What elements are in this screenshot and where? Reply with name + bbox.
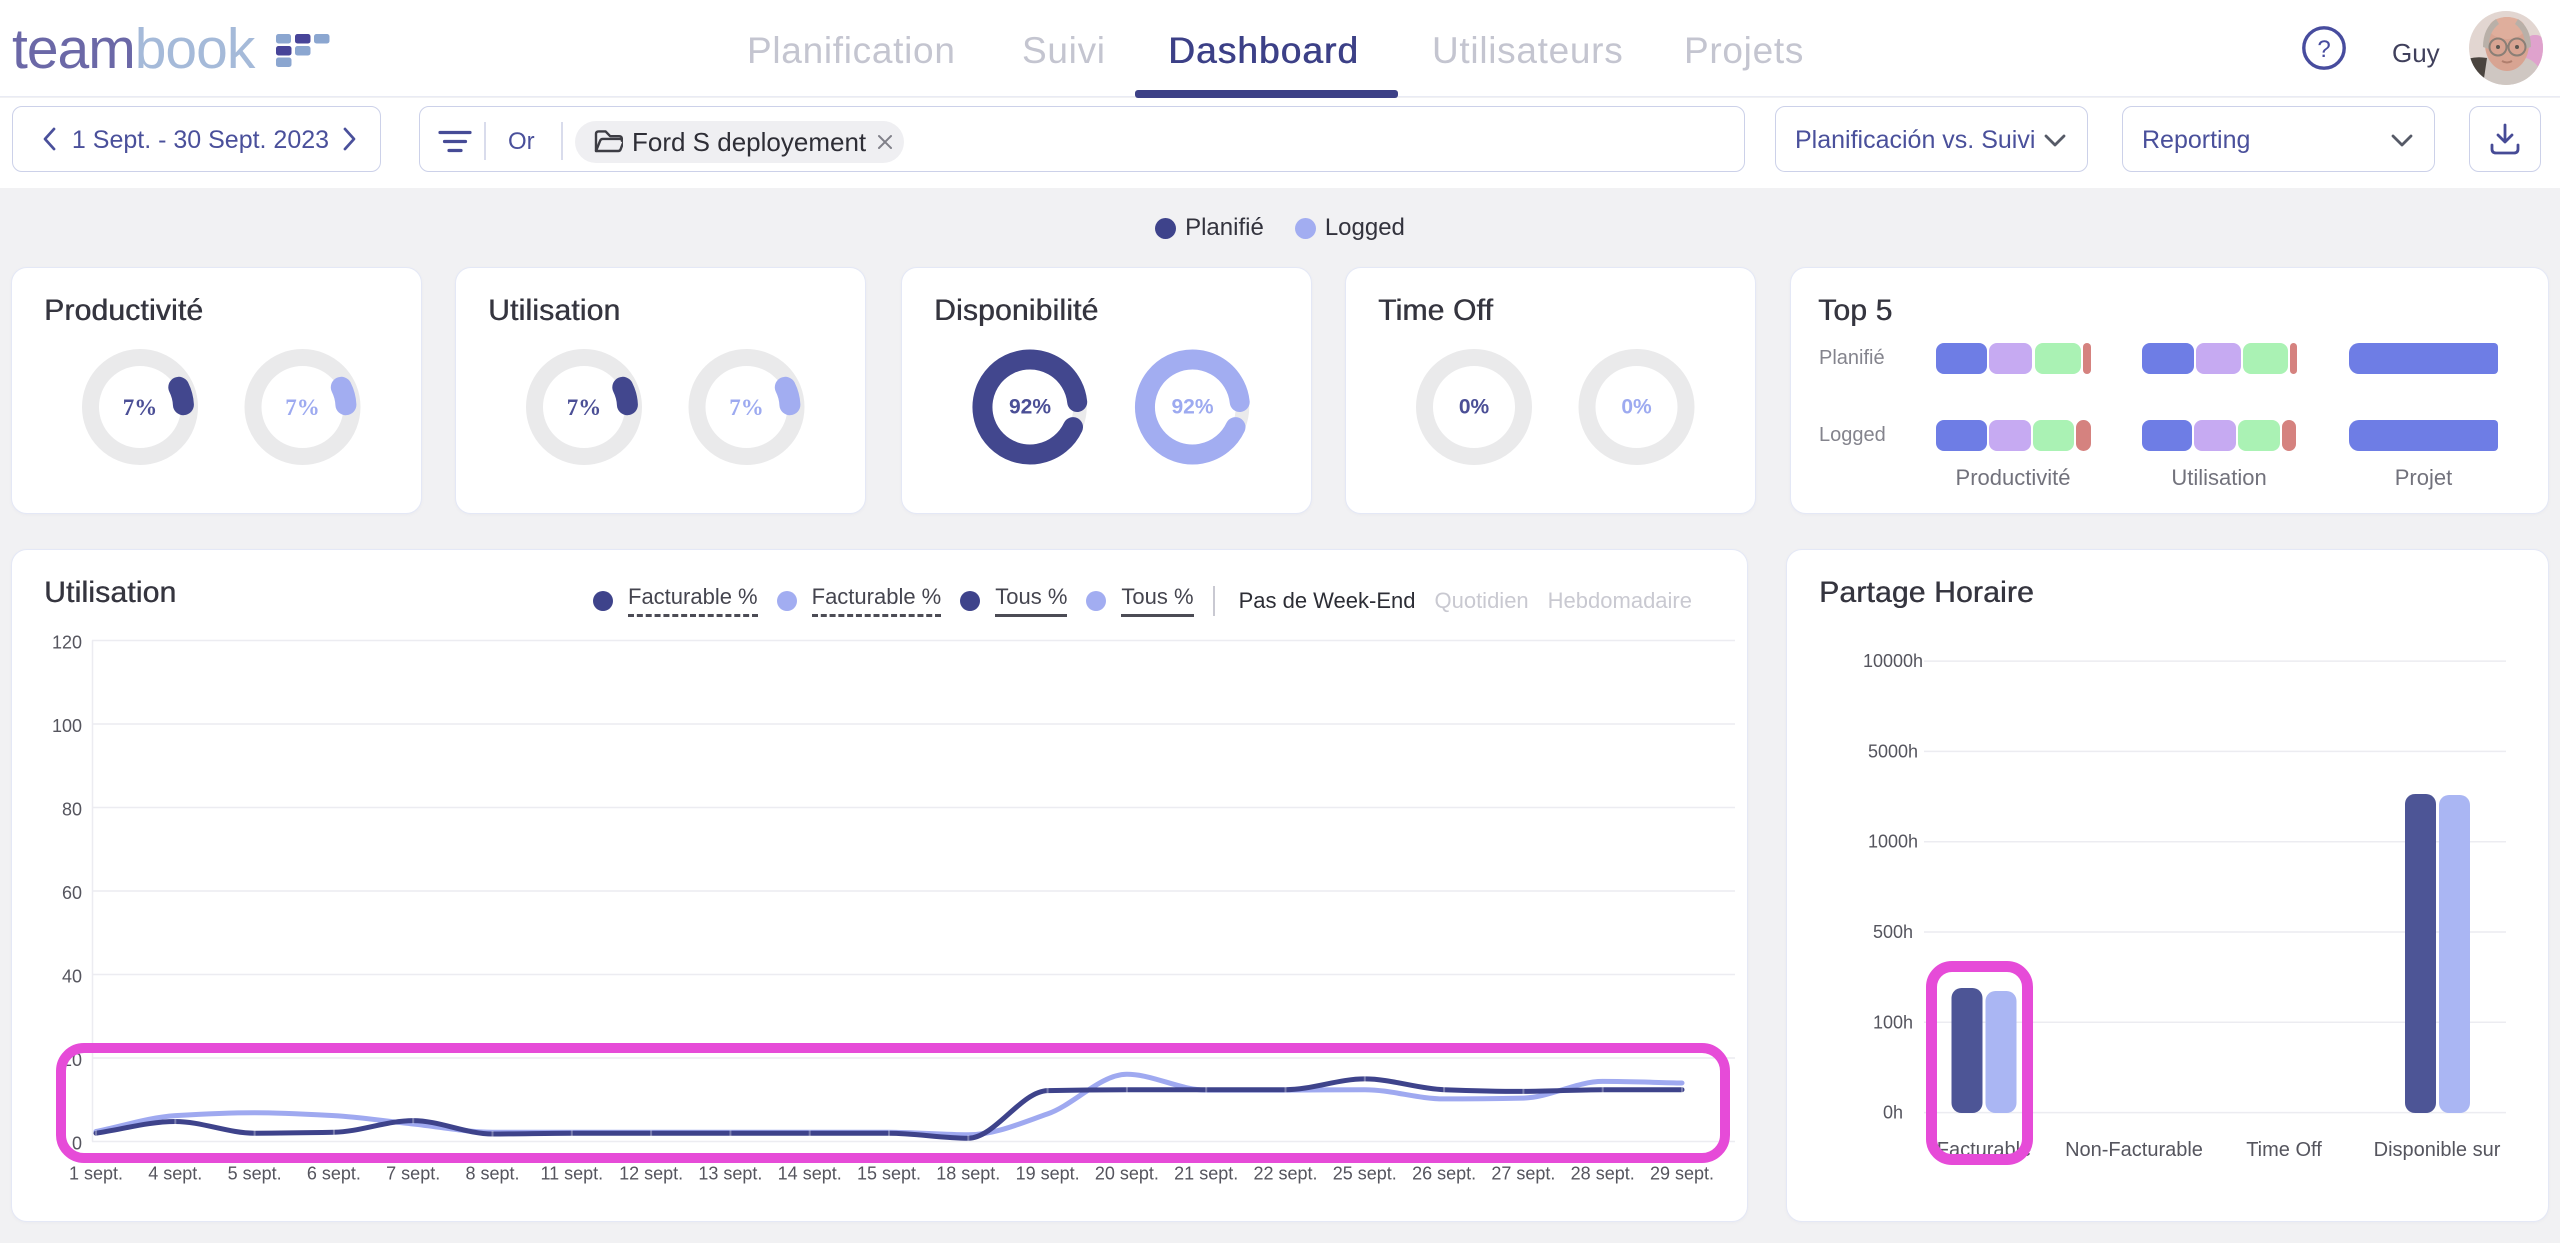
svg-text:7%: 7% <box>567 395 602 420</box>
svg-text:15 sept.: 15 sept. <box>857 1164 921 1184</box>
svg-text:Time Off: Time Off <box>2246 1139 2322 1161</box>
svg-text:500h: 500h <box>1873 922 1913 942</box>
svg-text:1000h: 1000h <box>1868 832 1918 852</box>
svg-text:40: 40 <box>62 967 82 987</box>
svg-text:0h: 0h <box>1883 1103 1903 1123</box>
svg-text:29 sept.: 29 sept. <box>1650 1164 1714 1184</box>
svg-text:120: 120 <box>52 633 82 653</box>
svg-text:25 sept.: 25 sept. <box>1333 1164 1397 1184</box>
svg-text:28 sept.: 28 sept. <box>1571 1164 1635 1184</box>
svg-text:7%: 7% <box>729 395 764 420</box>
svg-text:8 sept.: 8 sept. <box>465 1164 519 1184</box>
svg-text:92%: 92% <box>1171 396 1213 419</box>
svg-text:1 sept.: 1 sept. <box>69 1164 123 1184</box>
svg-text:0%: 0% <box>1459 396 1490 419</box>
svg-text:Disponible sur: Disponible sur <box>2374 1139 2501 1161</box>
svg-text:4 sept.: 4 sept. <box>148 1164 202 1184</box>
svg-text:10000h: 10000h <box>1863 651 1923 671</box>
svg-text:13 sept.: 13 sept. <box>698 1164 762 1184</box>
svg-text:80: 80 <box>62 800 82 820</box>
svg-text:26 sept.: 26 sept. <box>1412 1164 1476 1184</box>
svg-text:92%: 92% <box>1009 396 1051 419</box>
svg-text:100: 100 <box>52 716 82 736</box>
svg-text:18 sept.: 18 sept. <box>936 1164 1000 1184</box>
svg-text:5 sept.: 5 sept. <box>228 1164 282 1184</box>
svg-text:19 sept.: 19 sept. <box>1016 1164 1080 1184</box>
svg-text:?: ? <box>2317 36 2330 63</box>
svg-text:14 sept.: 14 sept. <box>778 1164 842 1184</box>
svg-text:12 sept.: 12 sept. <box>619 1164 683 1184</box>
svg-text:60: 60 <box>62 883 82 903</box>
svg-text:6 sept.: 6 sept. <box>307 1164 361 1184</box>
svg-text:7%: 7% <box>123 395 158 420</box>
svg-text:0%: 0% <box>1621 396 1652 419</box>
svg-text:11 sept.: 11 sept. <box>540 1164 603 1184</box>
svg-text:20 sept.: 20 sept. <box>1095 1164 1159 1184</box>
svg-text:22 sept.: 22 sept. <box>1253 1164 1317 1184</box>
svg-text:7 sept.: 7 sept. <box>386 1164 440 1184</box>
svg-text:100h: 100h <box>1873 1012 1913 1032</box>
svg-text:5000h: 5000h <box>1868 741 1918 761</box>
svg-text:Non-Facturable: Non-Facturable <box>2065 1139 2203 1161</box>
svg-text:21 sept.: 21 sept. <box>1174 1164 1238 1184</box>
svg-text:7%: 7% <box>285 395 320 420</box>
svg-text:27 sept.: 27 sept. <box>1491 1164 1555 1184</box>
